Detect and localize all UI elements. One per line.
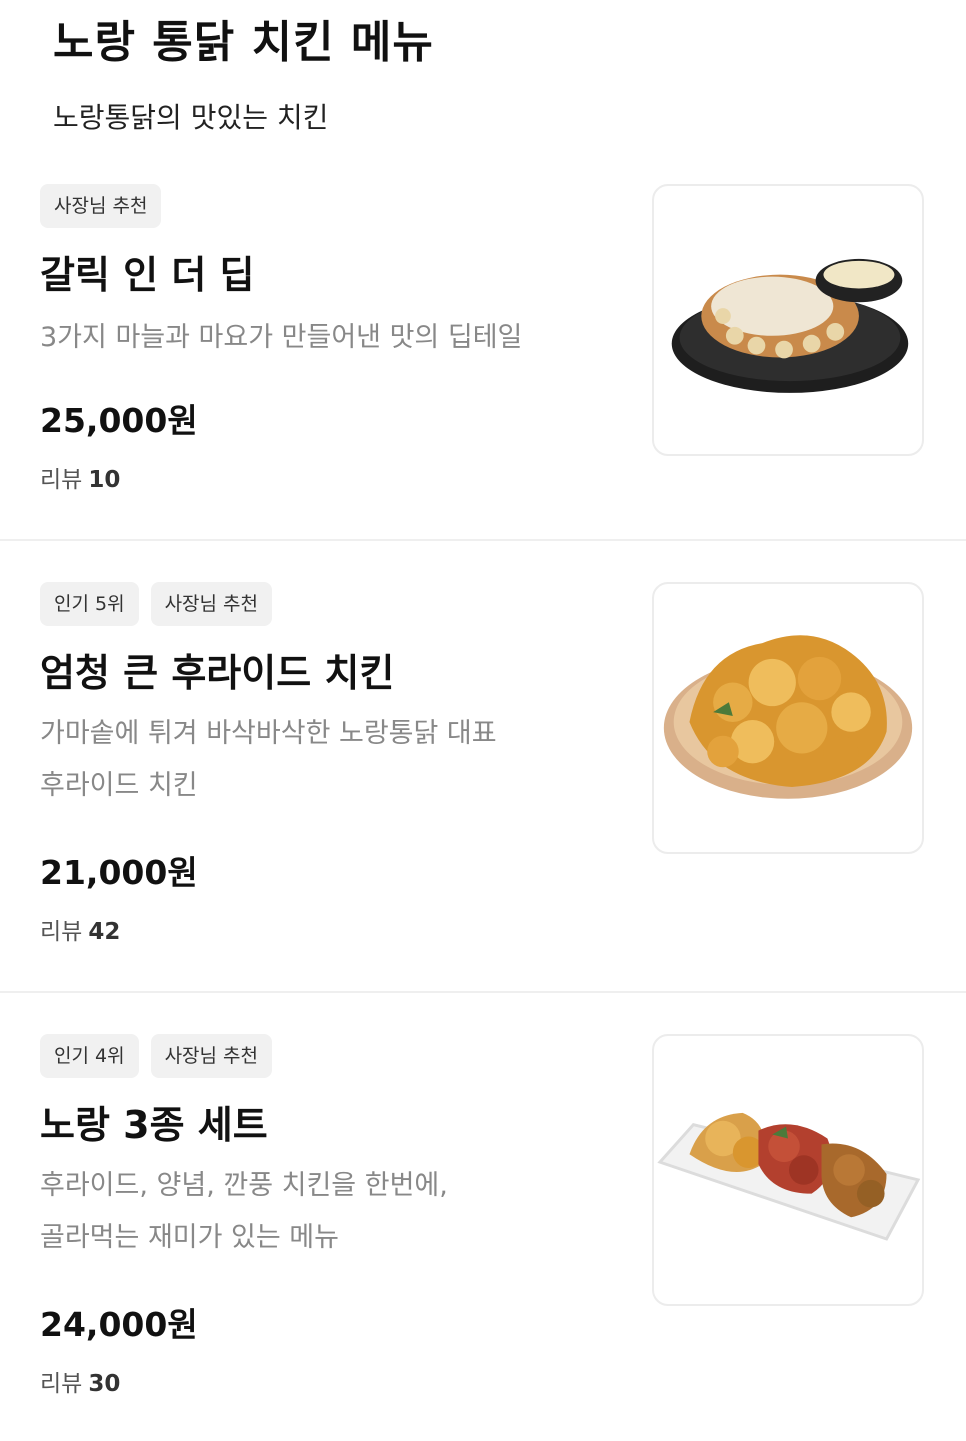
review-number: 30 [88, 1371, 121, 1397]
three-chicken-set-image[interactable] [652, 1034, 924, 1306]
description-line: 후라이드, 양념, 깐풍 치킨을 한번에, [40, 1170, 448, 1201]
description-line: 골라먹는 재미가 있는 메뉴 [40, 1222, 339, 1253]
tag-badge: 사장님 추천 [150, 582, 273, 626]
divider [0, 991, 966, 993]
tag-badge: 인기 5위 [40, 582, 139, 626]
menu-item-name: 엄청 큰 후라이드 치킨 [40, 651, 395, 695]
menu-item-price: 25,000원 [40, 401, 198, 440]
review-number: 10 [88, 467, 121, 493]
menu-item-description: 3가지 마늘과 마요가 만들어낸 맛의 딥테일 [40, 322, 523, 353]
tag-badge: 인기 4위 [40, 1034, 139, 1078]
menu-item-description: 가마솥에 튀겨 바삭바삭한 노랑통닭 대표후라이드 치킨 [40, 708, 610, 812]
tag-list: 사장님 추천 [40, 184, 162, 228]
menu-item-price: 21,000원 [40, 853, 198, 892]
garlic-chicken-image[interactable] [652, 184, 924, 456]
description-line: 후라이드 치킨 [40, 770, 198, 801]
tag-badge: 사장님 추천 [40, 184, 162, 228]
fried-chicken-image[interactable] [652, 582, 924, 854]
review-label: 리뷰 [40, 919, 83, 945]
menu-item-name: 노랑 3종 세트 [40, 1103, 268, 1147]
review-count: 리뷰 10 [40, 460, 120, 494]
menu-item-description: 후라이드, 양념, 깐풍 치킨을 한번에, 골라먹는 재미가 있는 메뉴 [40, 1160, 610, 1264]
review-number: 42 [88, 919, 121, 945]
menu-item-price: 24,000원 [40, 1305, 198, 1344]
review-label: 리뷰 [40, 467, 83, 493]
page-subtitle: 노랑통닭의 맛있는 치킨 [53, 101, 329, 134]
review-count: 리뷰 30 [40, 1364, 120, 1398]
page-title: 노랑 통닭 치킨 메뉴 [53, 17, 434, 68]
review-count: 리뷰 42 [40, 912, 120, 946]
tag-list: 인기 5위 사장님 추천 [40, 582, 273, 626]
review-label: 리뷰 [40, 1371, 83, 1397]
divider [0, 539, 966, 541]
description-line: 가마솥에 튀겨 바삭바삭한 노랑통닭 대표 [40, 718, 497, 749]
tag-badge: 사장님 추천 [150, 1034, 273, 1078]
tag-list: 인기 4위 사장님 추천 [40, 1034, 273, 1078]
menu-item-name: 갈릭 인 더 딥 [40, 253, 255, 297]
